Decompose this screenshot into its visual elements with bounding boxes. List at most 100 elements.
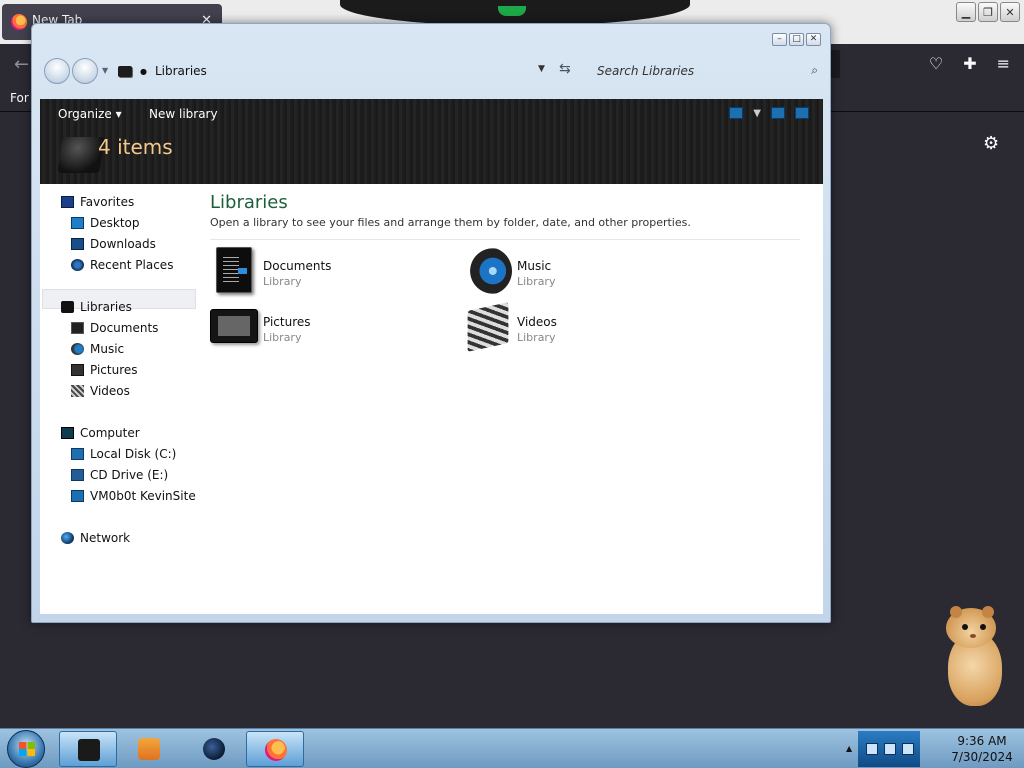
network-icon bbox=[61, 532, 74, 544]
nav-videos[interactable]: Videos bbox=[71, 384, 130, 398]
recent-pages-dropdown[interactable]: ▼ bbox=[102, 66, 108, 75]
nav-recent-places[interactable]: Recent Places bbox=[71, 258, 173, 272]
hamburger-menu-icon[interactable]: ≡ bbox=[997, 54, 1010, 73]
explorer-maximize-button[interactable]: □ bbox=[789, 33, 804, 46]
nav-libraries[interactable]: Libraries bbox=[61, 300, 132, 314]
close-button[interactable]: ✕ bbox=[1000, 2, 1020, 22]
library-tile-documents[interactable]: Documents Library bbox=[210, 247, 460, 297]
breadcrumb[interactable]: Libraries bbox=[155, 64, 207, 78]
pocket-icon[interactable]: ♡ bbox=[929, 54, 943, 73]
pictures-library-icon bbox=[210, 309, 258, 343]
hamster-nose bbox=[970, 634, 976, 638]
media-player-icon bbox=[138, 738, 160, 760]
back-arrow-icon[interactable]: ← bbox=[14, 54, 29, 75]
library-tile-pictures[interactable]: Pictures Library bbox=[210, 303, 460, 353]
desktop-icon bbox=[71, 217, 84, 229]
new-library-button[interactable]: New library bbox=[149, 107, 218, 121]
library-tile-music[interactable]: Music Library bbox=[464, 247, 714, 297]
taskbar-globe-app[interactable] bbox=[185, 731, 243, 767]
command-bar: Organize ▾ New library ▼ 4 items bbox=[40, 99, 823, 184]
bookmark-item[interactable]: For bbox=[10, 91, 29, 105]
page-subtitle: Open a library to see your files and arr… bbox=[210, 216, 691, 229]
taskbar: ▲ 9:36 AM 7/30/2024 bbox=[0, 728, 1024, 768]
nav-music[interactable]: Music bbox=[71, 342, 124, 356]
firefox-window-controls: ▁ ❐ ✕ bbox=[956, 2, 1020, 22]
forward-button[interactable] bbox=[72, 58, 98, 84]
network-status-icon[interactable] bbox=[884, 743, 896, 755]
taskbar-firefox[interactable] bbox=[246, 731, 304, 767]
item-count: 4 items bbox=[98, 135, 173, 159]
library-type: Library bbox=[517, 275, 556, 288]
music-icon bbox=[71, 343, 84, 355]
explorer-window-controls: – □ ✕ bbox=[772, 33, 821, 46]
hamster-eye bbox=[962, 624, 968, 630]
help-icon[interactable] bbox=[795, 107, 809, 119]
favorites-icon bbox=[61, 196, 74, 208]
library-tile-videos[interactable]: Videos Library bbox=[464, 302, 714, 353]
library-type: Library bbox=[263, 275, 302, 288]
hamster-gadget[interactable] bbox=[942, 606, 1006, 710]
nav-documents[interactable]: Documents bbox=[71, 321, 158, 335]
nav-computer[interactable]: Computer bbox=[61, 426, 140, 440]
extensions-icon[interactable]: ✚ bbox=[963, 54, 976, 73]
search-icon[interactable]: ⌕ bbox=[811, 63, 818, 78]
clock-time: 9:36 AM bbox=[957, 734, 1007, 748]
recent-places-icon bbox=[71, 259, 84, 271]
nav-network[interactable]: Network bbox=[61, 531, 130, 545]
library-name: Music bbox=[517, 259, 552, 273]
refresh-icon[interactable]: ⇆ bbox=[559, 61, 571, 77]
address-row: ▼ ● Libraries ▼ ⇆ ⌕ bbox=[42, 56, 822, 86]
breadcrumb-separator[interactable]: ● bbox=[140, 67, 147, 76]
back-button[interactable] bbox=[44, 58, 70, 84]
start-button[interactable] bbox=[7, 730, 45, 768]
nav-label: CD Drive (E:) bbox=[90, 468, 169, 482]
volume-icon[interactable] bbox=[902, 743, 914, 755]
nav-network-share[interactable]: VM0b0t KevinSite bbox=[71, 489, 196, 503]
nav-label: Music bbox=[90, 342, 125, 356]
libraries-icon bbox=[61, 301, 74, 313]
nav-label: Libraries bbox=[80, 300, 132, 314]
content-pane: Libraries Open a library to see your fil… bbox=[200, 184, 823, 614]
action-center-icon[interactable] bbox=[866, 743, 878, 755]
search-input[interactable] bbox=[597, 64, 797, 78]
address-bar[interactable]: ● Libraries bbox=[114, 58, 574, 84]
explorer-minimize-button[interactable]: – bbox=[772, 33, 787, 46]
documents-icon bbox=[71, 322, 84, 334]
settings-gear-icon[interactable]: ⚙ bbox=[983, 133, 999, 154]
nav-pictures[interactable]: Pictures bbox=[71, 363, 138, 377]
cd-drive-icon bbox=[71, 469, 84, 481]
taskbar-libraries-explorer[interactable] bbox=[59, 731, 117, 767]
address-dropdown-icon[interactable]: ▼ bbox=[538, 64, 545, 74]
minimize-button[interactable]: ▁ bbox=[956, 2, 976, 22]
nav-label: Local Disk (C:) bbox=[90, 447, 177, 461]
library-name: Videos bbox=[517, 315, 557, 329]
tray-icons bbox=[858, 731, 920, 767]
nav-cd-drive[interactable]: CD Drive (E:) bbox=[71, 468, 168, 482]
search-box: ⌕ bbox=[589, 58, 822, 84]
hamster-eye bbox=[980, 624, 986, 630]
system-clock[interactable]: 9:36 AM 7/30/2024 bbox=[942, 733, 1022, 765]
change-view-icon[interactable] bbox=[729, 107, 744, 119]
nav-favorites[interactable]: Favorites bbox=[61, 195, 134, 209]
organize-button[interactable]: Organize ▾ bbox=[58, 107, 122, 121]
nav-downloads[interactable]: Downloads bbox=[71, 237, 156, 251]
nav-desktop[interactable]: Desktop bbox=[71, 216, 140, 230]
view-dropdown-icon[interactable]: ▼ bbox=[753, 108, 761, 119]
hard-disk-icon bbox=[71, 448, 84, 460]
nav-local-disk[interactable]: Local Disk (C:) bbox=[71, 447, 176, 461]
documents-library-icon bbox=[216, 247, 252, 293]
library-type: Library bbox=[263, 331, 302, 344]
libraries-explorer-icon bbox=[78, 739, 100, 761]
preview-pane-icon[interactable] bbox=[771, 107, 785, 119]
hamster-ear bbox=[950, 606, 962, 618]
nav-label: Videos bbox=[90, 384, 130, 398]
taskbar-media-player[interactable] bbox=[120, 731, 178, 767]
hamster-ear bbox=[982, 606, 994, 618]
organize-label: Organize bbox=[58, 107, 112, 121]
explorer-close-button[interactable]: ✕ bbox=[806, 33, 821, 46]
show-hidden-icons-icon[interactable]: ▲ bbox=[846, 744, 852, 753]
nav-label: Computer bbox=[80, 426, 140, 440]
page-title: Libraries bbox=[210, 192, 288, 213]
restore-button[interactable]: ❐ bbox=[978, 2, 998, 22]
nav-label: Network bbox=[80, 531, 131, 545]
